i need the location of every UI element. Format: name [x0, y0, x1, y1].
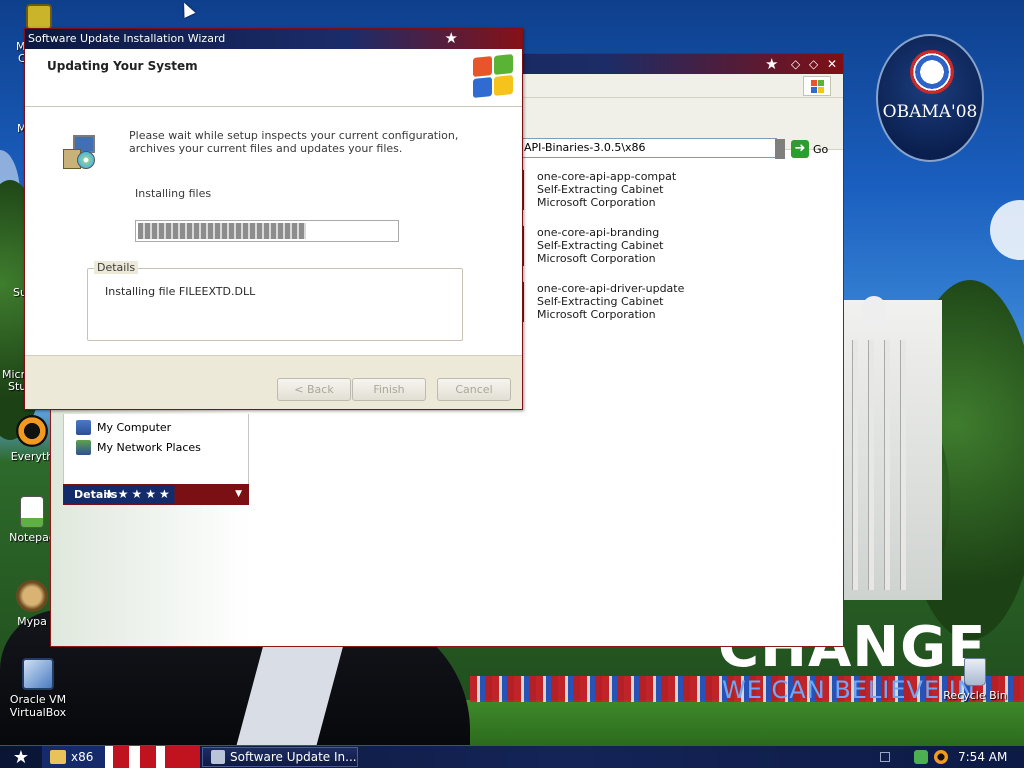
taskbar-folder-item[interactable]: x86 — [50, 747, 93, 767]
keyboard-indicator-icon[interactable] — [880, 752, 890, 762]
application-icon — [26, 4, 52, 30]
wizard-header: Updating Your System — [25, 49, 522, 107]
file-company: Microsoft Corporation — [537, 308, 656, 321]
file-company: Microsoft Corporation — [537, 252, 656, 265]
maximize-icon[interactable]: ◇ — [809, 57, 818, 71]
notepad-icon — [20, 496, 44, 528]
windows-throbber-icon — [803, 76, 831, 96]
place-my-network-places[interactable]: My Network Places — [76, 438, 201, 456]
stars-decoration: ★★★★★ — [104, 487, 173, 501]
wizard-footer: < Back Finish Cancel — [25, 355, 522, 409]
taskbar-button-label: Software Update In... — [230, 750, 357, 764]
everything-search-icon[interactable] — [934, 750, 948, 764]
install-status: Installing files — [135, 187, 212, 200]
taskbar-wizard-button[interactable]: Software Update In... — [202, 747, 358, 767]
star-menu-icon[interactable]: ★ — [445, 31, 458, 46]
cloud — [990, 200, 1024, 260]
start-button[interactable]: ★ — [0, 746, 42, 768]
system-tray: 7:54 AM — [908, 746, 1024, 768]
logo-text: OBAMA'08 — [882, 102, 978, 122]
star-start-icon: ★ — [12, 746, 30, 768]
file-item[interactable]: one-core-api-branding Self-Extracting Ca… — [515, 226, 721, 266]
taskbar-item-label: x86 — [71, 750, 94, 764]
cancel-button[interactable]: Cancel — [437, 378, 511, 401]
progress-bar — [135, 220, 399, 242]
go-arrow-icon: ➜ — [791, 140, 809, 158]
rising-sun-icon — [910, 50, 954, 94]
place-my-computer[interactable]: My Computer — [76, 418, 171, 436]
place-label: My Network Places — [97, 440, 201, 454]
go-button[interactable]: ➜ Go — [791, 139, 837, 159]
chevron-down-icon[interactable]: ▼ — [235, 485, 242, 504]
desktop-icon-recycle-bin[interactable]: Recycle Bin — [940, 658, 1010, 702]
setup-icon — [211, 750, 225, 764]
network-places-icon — [76, 439, 91, 455]
place-label: My Computer — [97, 420, 172, 434]
file-type: Self-Extracting Cabinet — [537, 239, 664, 252]
my-computer-icon — [76, 419, 91, 435]
desktop-icon-label: Recycle Bin — [943, 689, 1007, 702]
wizard-body: Please wait while setup inspects your cu… — [25, 107, 522, 355]
recycle-bin-icon — [964, 658, 986, 686]
wizard-heading: Updating Your System — [47, 59, 198, 73]
wizard-title-bar[interactable]: Software Update Installation Wizard ★ — [25, 29, 522, 49]
file-item[interactable]: one-core-api-driver-update Self-Extracti… — [515, 282, 721, 322]
details-groupbox: Details Installing file FILEEXTD.DLL — [87, 261, 463, 341]
finish-button[interactable]: Finish — [352, 378, 426, 401]
taskbar: ★ x86 Software Update In... 7:54 AM — [0, 745, 1024, 768]
everything-search-icon — [16, 415, 48, 447]
star-menu-icon[interactable]: ★ — [765, 55, 778, 73]
wallpaper-tagline: WE CAN BELIEVE IN — [722, 676, 976, 704]
minimize-icon[interactable]: ◇ — [791, 57, 800, 71]
network-icon[interactable] — [914, 750, 928, 764]
file-name: one-core-api-app-compat — [537, 170, 677, 183]
file-type: Self-Extracting Cabinet — [537, 183, 664, 196]
update-wizard-dialog[interactable]: Software Update Installation Wizard ★ Up… — [24, 28, 523, 410]
file-company: Microsoft Corporation — [537, 196, 656, 209]
desktop-icon-virtualbox[interactable]: Oracle VM VirtualBox — [0, 658, 76, 719]
progress-fill — [138, 223, 306, 239]
back-button[interactable]: < Back — [277, 378, 351, 401]
details-text: Installing file FILEEXTD.DLL — [105, 285, 256, 298]
desktop-icon-label: Oracle VM VirtualBox — [9, 693, 67, 719]
go-label: Go — [813, 142, 829, 156]
file-item[interactable]: one-core-api-app-compat Self-Extracting … — [515, 170, 721, 210]
address-input[interactable]: API-Binaries-3.0.5\x86 — [521, 138, 777, 158]
windows-logo-icon — [471, 54, 515, 99]
details-legend: Details — [94, 261, 139, 274]
folder-icon — [50, 750, 66, 764]
address-dropdown-button[interactable] — [775, 139, 785, 159]
file-name: one-core-api-driver-update — [537, 282, 685, 295]
file-name: one-core-api-branding — [537, 226, 660, 239]
wizard-title: Software Update Installation Wizard — [28, 32, 226, 45]
file-type: Self-Extracting Cabinet — [537, 295, 664, 308]
close-icon[interactable]: ✕ — [827, 57, 837, 71]
mypaint-icon — [16, 580, 48, 612]
wizard-message: Please wait while setup inspects your cu… — [129, 129, 459, 155]
setup-icon — [63, 135, 99, 171]
details-panel-header[interactable]: Details ★★★★★ ▼ — [63, 484, 249, 505]
campaign-logo: OBAMA'08 — [876, 34, 984, 162]
virtualbox-icon — [22, 658, 54, 690]
white-house — [842, 300, 942, 600]
white-house-dome — [862, 296, 886, 326]
clock[interactable]: 7:54 AM — [958, 750, 1007, 764]
